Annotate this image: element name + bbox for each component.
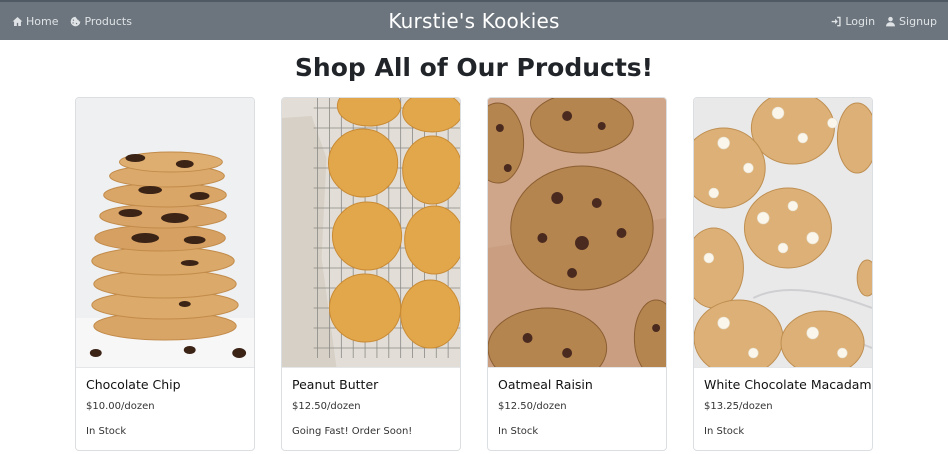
nav-right-group: Login Signup [821, 2, 937, 40]
card-body: White Chocolate Macadamia $13.25/dozen I… [694, 368, 872, 437]
nav-signup-link[interactable]: Signup [885, 15, 937, 28]
product-image-oatmeal-raisin[interactable] [488, 98, 666, 368]
card-body: Peanut Butter $12.50/dozen Going Fast! O… [282, 368, 460, 437]
nav-home-label: Home [26, 14, 59, 28]
product-price: $13.25/dozen [704, 401, 773, 412]
stock-status: In Stock [704, 426, 745, 437]
product-card[interactable]: Oatmeal Raisin $12.50/dozen In Stock [487, 97, 667, 451]
nav-products-link[interactable]: Products [70, 15, 132, 28]
product-name[interactable]: White Chocolate Macadamia [704, 377, 872, 392]
login-icon [832, 16, 841, 26]
product-grid: Chocolate Chip $10.00/dozen In Stock Pea… [75, 97, 873, 451]
top-navbar: Home Products Kurstie's Kookies Login Si… [0, 0, 948, 40]
card-body: Chocolate Chip $10.00/dozen In Stock [76, 368, 254, 437]
product-name[interactable]: Chocolate Chip [86, 377, 244, 392]
product-price: $12.50/dozen [498, 401, 567, 412]
cookie-icon [71, 16, 81, 26]
user-icon [886, 16, 896, 26]
card-body: Oatmeal Raisin $12.50/dozen In Stock [488, 368, 666, 437]
product-image-chocolate-chip[interactable] [76, 98, 254, 368]
stock-status: In Stock [86, 426, 127, 437]
product-card[interactable]: Peanut Butter $12.50/dozen Going Fast! O… [281, 97, 461, 451]
product-image-peanut-butter[interactable] [282, 98, 460, 368]
product-price: $10.00/dozen [86, 401, 155, 412]
nav-home-link[interactable]: Home [12, 15, 58, 28]
product-price: $12.50/dozen [292, 401, 361, 412]
brand-title[interactable]: Kurstie's Kookies [388, 9, 559, 33]
nav-signup-label: Signup [899, 14, 937, 28]
stock-status: Going Fast! Order Soon! [292, 426, 413, 437]
home-icon [12, 16, 23, 26]
nav-products-label: Products [84, 14, 132, 28]
product-image-white-chocolate-macadamia[interactable] [694, 98, 872, 368]
product-card[interactable]: Chocolate Chip $10.00/dozen In Stock [75, 97, 255, 451]
product-name[interactable]: Peanut Butter [292, 377, 450, 392]
nav-login-label: Login [845, 14, 876, 28]
page-title: Shop All of Our Products! [294, 53, 654, 82]
stock-status: In Stock [498, 426, 539, 437]
product-name[interactable]: Oatmeal Raisin [498, 377, 656, 392]
product-card[interactable]: White Chocolate Macadamia $13.25/dozen I… [693, 97, 873, 451]
nav-login-link[interactable]: Login [831, 15, 875, 28]
nav-left-group: Home Products [12, 2, 144, 40]
